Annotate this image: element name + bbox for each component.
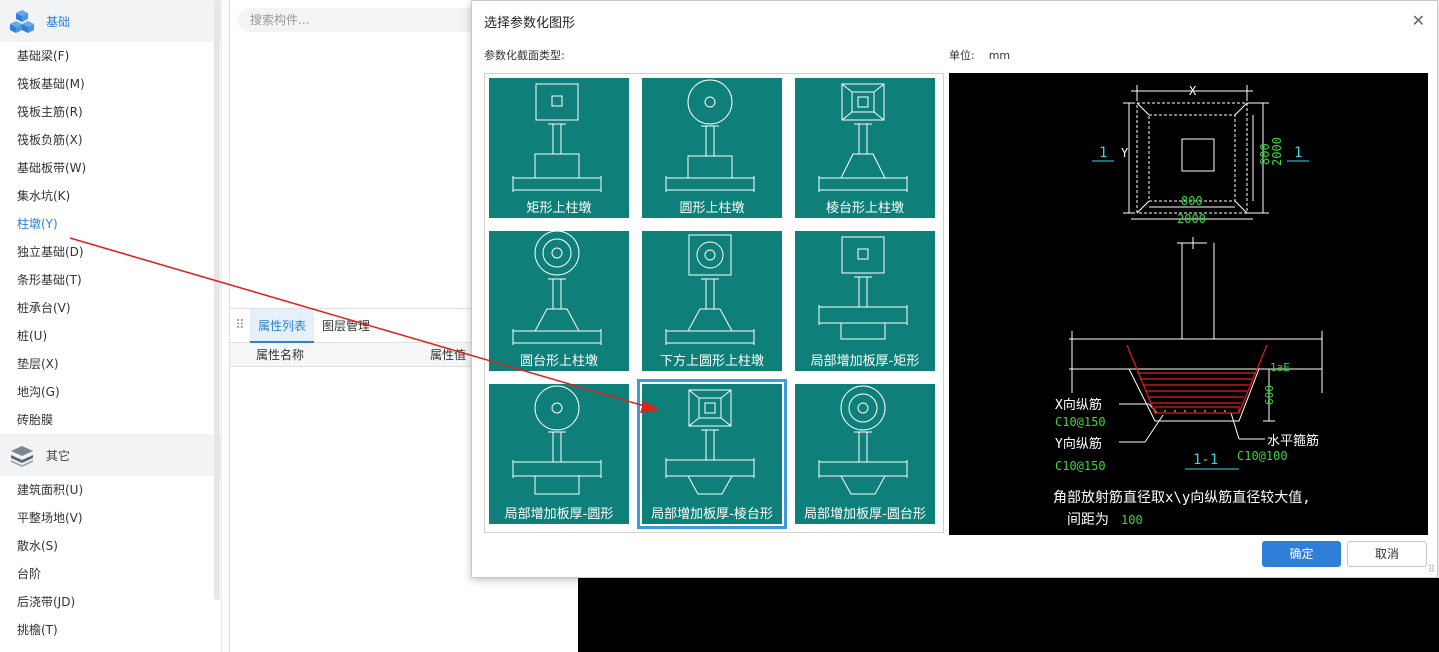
note-line-1: 角部放射筋直径取x\y向纵筋直径较大值, [1053,489,1311,506]
unit-label: 单位: mm [949,47,1010,63]
shape-square-round-pier[interactable]: 下方上圆形上柱墩 [639,228,785,374]
unit-caption: 单位: [949,49,975,62]
sidebar-item-brick-mold[interactable]: 砖胎膜 [0,406,221,434]
drawing-canvas[interactable] [578,578,1439,652]
sidebar-item-steps[interactable]: 台阶 [0,560,221,588]
dim-y-text: Y [1121,146,1129,160]
shape-caption: 棱台形上柱墩 [825,201,904,216]
sidebar-scrollbar[interactable] [214,0,220,600]
column-header-name: 属性名称 [255,348,304,362]
shape-preview: X Y 800 2000 800 2000 1aE 600 C10@150 C1… [949,73,1428,535]
dialog-title: 选择参数化图形 [484,16,576,31]
sidebar-item-strip-footing[interactable]: 条形基础(T) [0,266,221,294]
stirrup-spec: C10@100 [1237,449,1288,463]
cubes-icon [10,10,34,33]
dim-600: 600 [1263,385,1276,405]
note-spacing: 100 [1121,513,1143,527]
sidebar-item-eave[interactable]: 挑檐(T) [0,616,221,644]
dim-2000-vertical: 2000 [1270,137,1284,166]
sidebar-item-column-pier[interactable]: 柱墩(Y) [0,210,221,238]
sidebar-item-building-area[interactable]: 建筑面积(U) [0,476,221,504]
layers-icon [11,446,33,467]
shape-local-thicken-rect[interactable]: 局部增加板厚-矩形 [792,228,938,374]
sidebar-item-foundation-beam[interactable]: 基础梁(F) [0,42,221,70]
shape-frustum-pier[interactable]: 棱台形上柱墩 [792,75,938,221]
note-line-2: 间距为 [1067,512,1109,528]
sidebar-item-raft-neg-bar[interactable]: 筏板负筋(X) [0,126,221,154]
category-other[interactable]: 其它 [0,434,221,476]
category-foundation-label: 基础 [46,14,71,29]
shape-caption: 局部增加板厚-棱台形 [651,507,773,522]
shape-rect-pier[interactable]: 矩形上柱墩 [486,75,632,221]
shape-caption: 局部增加板厚-圆形 [504,507,614,522]
dim-x-text: X [1189,84,1197,98]
close-icon[interactable]: ✕ [1412,11,1425,30]
shape-caption: 矩形上柱墩 [526,201,592,216]
drag-handle-icon[interactable]: ⠿ [230,318,250,333]
shape-caption: 圆形上柱墩 [679,201,745,216]
shape-local-thicken-circle[interactable]: 局部增加板厚-圆形 [486,381,632,527]
select-parametric-shape-dialog: 选择参数化图形 ✕ 参数化截面类型: 单位: mm 矩形上柱墩 圆形上柱墩 棱台形… [471,0,1438,578]
sidebar-item-trench[interactable]: 地沟(G) [0,378,221,406]
shape-caption: 圆台形上柱墩 [519,354,598,369]
dim-2000-horizontal: 2000 [1177,212,1206,226]
section-tag: 1-1 [1193,452,1218,468]
sidebar-item-apron[interactable]: 散水(S) [0,532,221,560]
shape-local-thicken-frustum[interactable]: 局部增加板厚-棱台形 [637,379,787,529]
component-sidebar: 基础 基础梁(F) 筏板基础(M) 筏板主筋(R) 筏板负筋(X) 基础板带(W… [0,0,222,652]
foundation-list: 基础梁(F) 筏板基础(M) 筏板主筋(R) 筏板负筋(X) 基础板带(W) 集… [0,42,221,434]
y-bar-label: Y向纵筋 [1055,436,1102,452]
sidebar-item-raft-main-bar[interactable]: 筏板主筋(R) [0,98,221,126]
section-mark-left: 1 [1099,145,1107,161]
unit-value: mm [988,49,1011,62]
x-bar-label: X向纵筋 [1055,397,1102,413]
sidebar-item-isolated[interactable]: 独立基础(D) [0,238,221,266]
sidebar-item-cushion[interactable]: 垫层(X) [0,350,221,378]
tab-layer-management[interactable]: 图层管理 [314,309,378,343]
shape-caption: 局部增加板厚-圆台形 [804,507,926,522]
section-mark-right: 1 [1294,145,1302,161]
preview-drawing: X Y 800 2000 800 2000 1aE 600 C10@150 C1… [1053,84,1323,528]
x-bar-spec: C10@150 [1055,415,1106,429]
stirrup-label: 水平箍筋 [1267,433,1319,449]
sidebar-item-pile[interactable]: 桩(U) [0,322,221,350]
shape-local-thicken-cone-frustum[interactable]: 局部增加板厚-圆台形 [792,381,938,527]
sidebar-item-site-leveling[interactable]: 平整场地(V) [0,504,221,532]
shape-caption: 局部增加板厚-矩形 [810,354,920,369]
shape-grid: 矩形上柱墩 圆形上柱墩 棱台形上柱墩 圆台形上柱墩 下方上圆形上柱墩 局部增加板… [484,73,944,533]
section-type-label: 参数化截面类型: [484,49,565,62]
sidebar-item-strip[interactable]: 基础板带(W) [0,154,221,182]
category-other-label: 其它 [46,448,71,463]
category-foundation[interactable]: 基础 [0,0,221,42]
other-list: 建筑面积(U) 平整场地(V) 散水(S) 台阶 后浇带(JD) 挑檐(T) [0,476,221,644]
tab-property-list[interactable]: 属性列表 [250,308,315,343]
cancel-button[interactable]: 取消 [1347,541,1427,567]
shape-caption: 下方上圆形上柱墩 [659,354,764,369]
sidebar-item-post-pour[interactable]: 后浇带(JD) [0,588,221,616]
lae-label: 1aE [1270,361,1290,374]
sidebar-item-raft[interactable]: 筏板基础(M) [0,70,221,98]
y-bar-spec: C10@150 [1055,459,1106,473]
sidebar-item-pile-cap[interactable]: 桩承台(V) [0,294,221,322]
shape-cone-frustum-pier[interactable]: 圆台形上柱墩 [486,228,632,374]
sidebar-item-sump[interactable]: 集水坑(K) [0,182,221,210]
ok-button[interactable]: 确定 [1262,541,1341,567]
resize-grip-icon[interactable]: ⠿ [1428,565,1435,575]
dim-800-horizontal: 800 [1181,194,1203,208]
shape-circle-pier[interactable]: 圆形上柱墩 [639,75,785,221]
